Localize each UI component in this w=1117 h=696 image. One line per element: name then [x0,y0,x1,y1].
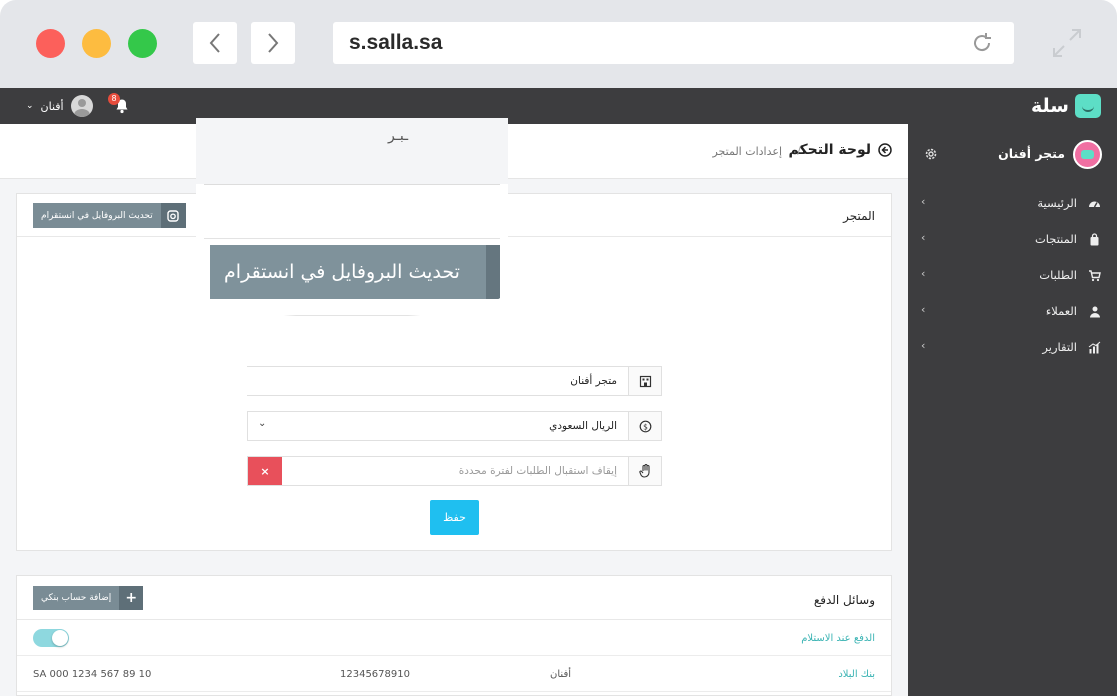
magnifier-content: ـبـر تحديث البروفايل في انستقرام [196,118,508,318]
sidebar-item-label: الطلبات [1039,268,1077,282]
hand-icon [628,457,661,485]
customers-icon [1090,306,1100,318]
pause-orders-placeholder: إيقاف استقبال الطلبات لفترة محددة [458,465,617,477]
cart-icon [1089,270,1101,282]
cod-toggle[interactable] [33,629,69,647]
sidebar-item-reports[interactable]: التقارير ‹ [908,330,1117,366]
add-bank-account-button[interactable]: إضافة حساب بنكي + [33,586,144,610]
url-text: s.salla.sa [349,31,443,54]
chevron-down-icon: ⌄ [258,418,267,429]
card-title: المتجر [843,209,875,223]
save-button[interactable]: حفظ [430,500,479,535]
sidebar-item-label: العملاء [1045,304,1077,318]
notification-badge: 8 [108,93,120,105]
address-bar[interactable]: s.salla.sa [333,22,1014,64]
magnified-icon-edge [486,245,500,299]
chevron-down-icon: ⌄ [26,101,34,111]
forward-button[interactable] [251,22,295,64]
app-topbar: سلة ⌄ أفنان 8 [0,88,1117,124]
chevron-left-icon: ‹ [921,231,926,244]
sidebar-item-orders[interactable]: الطلبات ‹ [908,258,1117,294]
store-name: متجر أفنان [998,146,1065,161]
user-menu[interactable]: ⌄ أفنان [26,95,93,117]
sidebar-item-customers[interactable]: العملاء ‹ [908,294,1117,330]
add-bank-account-label: إضافة حساب بنكي [41,593,112,603]
salla-logo-icon [1075,94,1101,118]
sidebar-item-label: الرئيسية [1037,196,1077,210]
breadcrumb-home-link[interactable]: لوحة التحكم [789,142,892,158]
chevron-left-icon: ‹ [921,195,926,208]
clear-button[interactable]: × [248,457,282,485]
instagram-update-label: تحديث البروفايل في انستقرام [41,210,153,221]
cod-link[interactable]: الدفع عند الاستلام [801,633,875,644]
gear-icon[interactable] [924,147,938,161]
magnified-instagram-button[interactable]: تحديث البروفايل في انستقرام [210,245,500,299]
brand-name: سلة [1031,95,1069,117]
currency-dollar-icon: $ [628,412,661,440]
payment-row-bank: بنك البلاد أفنان 12345678910 SA 000 1234… [17,656,891,692]
account-holder: أفنان [550,669,571,680]
payment-methods-card: وسائل الدفع إضافة حساب بنكي + الدفع عند … [16,575,892,696]
store-avatar [1073,140,1102,169]
sidebar-item-products[interactable]: المنتجات ‹ [908,222,1117,258]
magnifier-background [196,118,508,184]
payment-row-cod: الدفع عند الاستلام [17,620,891,656]
back-button[interactable] [193,22,237,64]
fullscreen-icon[interactable] [1050,26,1084,60]
sidebar: متجر أفنان الرئيسية ‹ المنتجات ‹ الطلبات… [908,124,1117,696]
reports-chart-icon [1088,341,1101,354]
chevron-left-icon [209,33,220,53]
sidebar-item-label: التقارير [1042,340,1077,354]
chevron-left-icon: ‹ [921,339,926,352]
magnifier-scribble: ـبـر [388,128,409,144]
reload-icon[interactable] [970,31,994,55]
store-building-icon [628,367,661,395]
plus-icon: + [119,586,144,610]
chevron-left-icon: ‹ [921,267,926,280]
currency-select[interactable]: ⌄ الريال السعودي $ [247,411,662,441]
sidebar-item-label: المنتجات [1034,232,1077,246]
divider [204,315,500,316]
magnified-button-label: تحديث البروفايل في انستقرام [224,261,460,283]
user-avatar [70,95,93,117]
store-name-value: متجر أفنان [570,375,617,387]
brand-logo-link[interactable]: سلة [1031,94,1101,118]
window-maximize-button[interactable] [128,29,157,58]
store-header[interactable]: متجر أفنان [908,124,1117,186]
window-close-button[interactable] [36,29,65,58]
magnifier-overlay: ـبـر تحديث البروفايل في انستقرام [196,118,508,318]
circle-arrow-icon [878,143,892,157]
divider [204,238,500,239]
currency-value: الريال السعودي [549,420,617,432]
user-name: أفنان [40,99,64,113]
card-title: وسائل الدفع [813,593,875,607]
instagram-update-button[interactable]: تحديث البروفايل في انستقرام [33,203,186,228]
pause-orders-field[interactable]: × إيقاف استقبال الطلبات لفترة محددة [247,456,662,486]
chevron-left-icon: ‹ [921,303,926,316]
bank-name-link[interactable]: بنك البلاد [838,669,875,680]
instagram-icon [160,203,186,228]
card-header: وسائل الدفع إضافة حساب بنكي + [17,576,891,620]
dashboard-icon [1089,201,1100,208]
window-minimize-button[interactable] [82,29,111,58]
sidebar-item-home[interactable]: الرئيسية ‹ [908,186,1117,222]
chevron-right-icon [268,33,279,53]
products-bag-icon [1090,233,1099,246]
breadcrumb-separator: / [797,144,801,157]
store-name-field[interactable]: متجر أفنان [247,366,662,396]
svg-text:$: $ [643,422,648,431]
iban-number: SA 000 1234 567 89 10 [33,669,152,680]
browser-chrome: s.salla.sa [0,0,1117,88]
divider [204,184,500,185]
account-number: 12345678910 [340,669,410,680]
breadcrumb-current: إعدادات المتجر [712,145,782,158]
